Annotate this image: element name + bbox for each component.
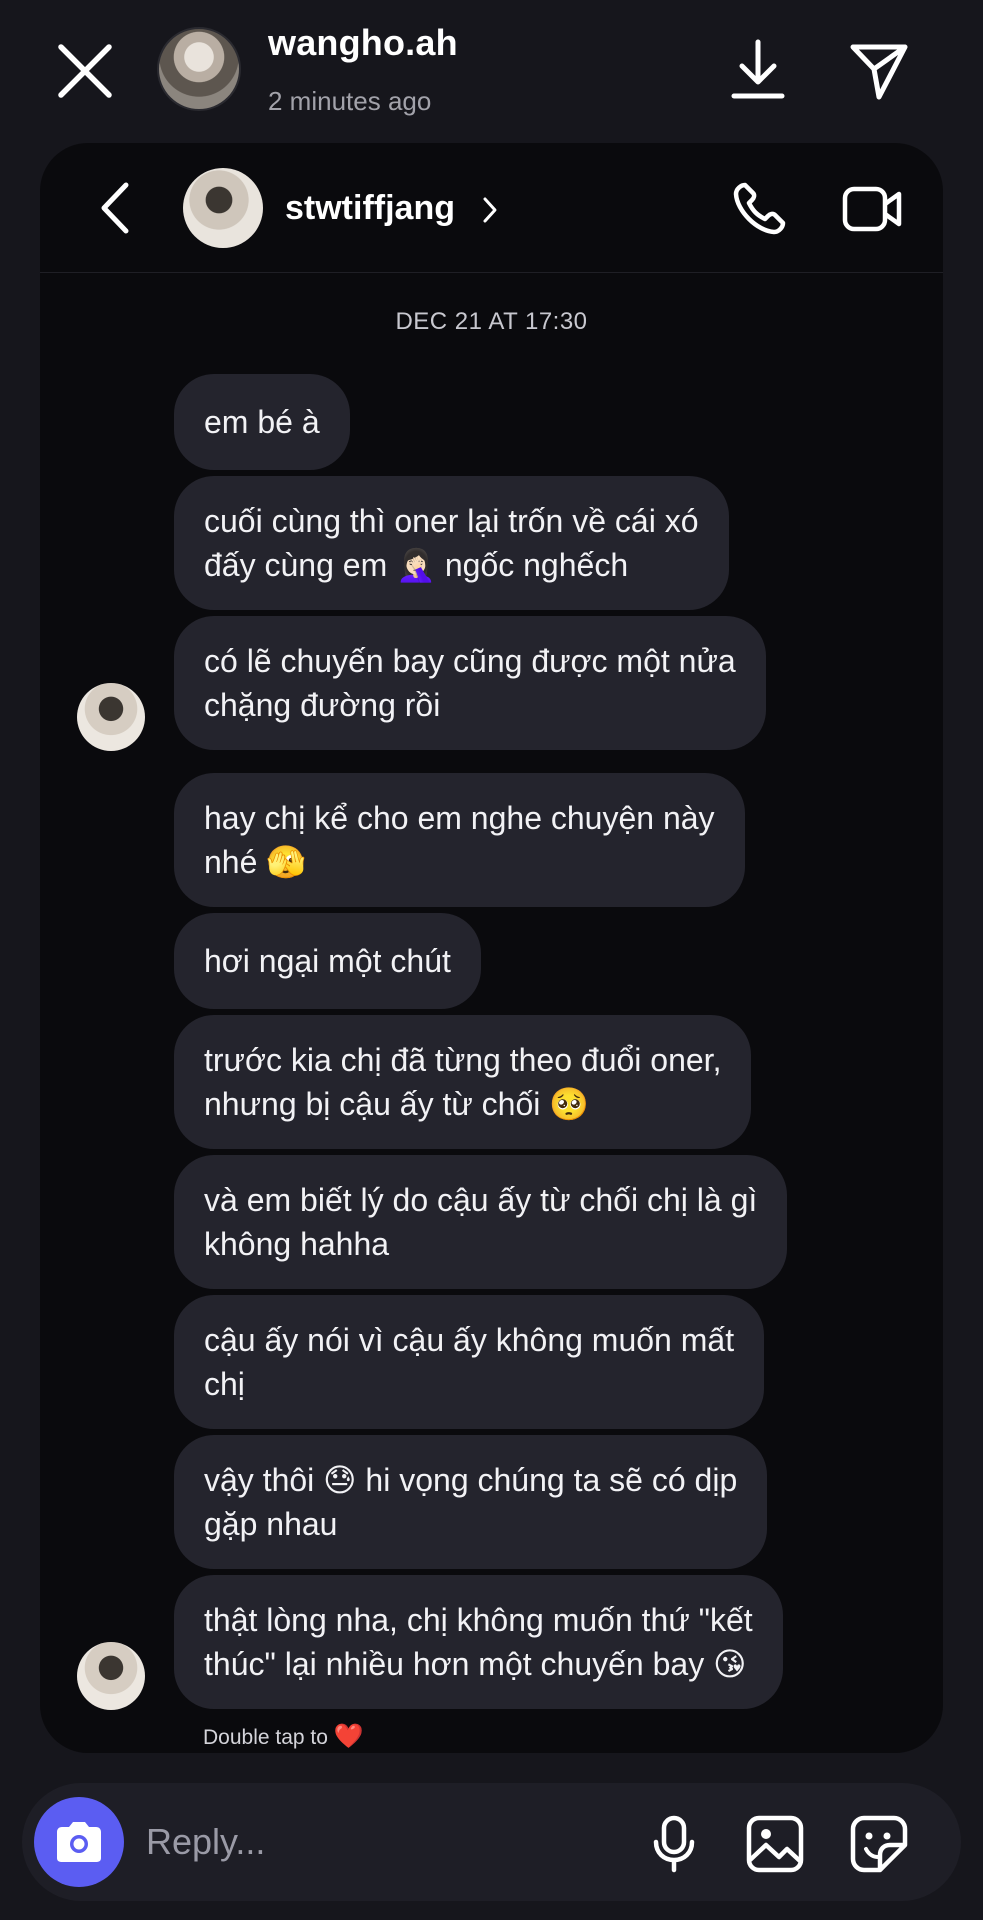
story-timestamp: 2 minutes ago bbox=[268, 86, 432, 116]
message-bubble[interactable]: hơi ngại một chút bbox=[174, 913, 481, 1009]
dm-header: stwtiffjang bbox=[40, 143, 943, 273]
dm-contact-name[interactable]: stwtiffjang bbox=[285, 189, 455, 228]
close-button[interactable] bbox=[52, 38, 118, 104]
microphone-icon bbox=[653, 1815, 695, 1873]
send-icon bbox=[850, 44, 908, 100]
download-icon bbox=[731, 39, 785, 99]
message-bubble[interactable]: vậy thôi 😓 hi vọng chúng ta sẽ có dịp gặ… bbox=[174, 1435, 768, 1569]
message-bubble[interactable]: có lẽ chuyến bay cũng được một nửa chặng… bbox=[174, 616, 766, 750]
sticker-icon bbox=[850, 1815, 908, 1873]
heart-icon: ❤️ bbox=[333, 1723, 364, 1750]
story-username[interactable]: wangho.ah bbox=[268, 22, 458, 64]
double-tap-text: Double tap to bbox=[203, 1726, 328, 1749]
send-button[interactable] bbox=[846, 38, 912, 104]
microphone-button[interactable] bbox=[645, 1813, 703, 1875]
reply-bar bbox=[22, 1783, 961, 1901]
date-separator: DEC 21 AT 17:30 bbox=[395, 308, 588, 335]
video-icon bbox=[842, 186, 902, 232]
double-tap-hint: Double tap to ❤️ bbox=[203, 1722, 364, 1751]
voice-call-button[interactable] bbox=[728, 178, 790, 240]
gallery-button[interactable] bbox=[744, 1813, 806, 1875]
message-bubble[interactable]: cậu ấy nói vì cậu ấy không muốn mất chị bbox=[174, 1295, 765, 1429]
sender-avatar[interactable] bbox=[77, 1642, 145, 1710]
chevron-right-icon bbox=[483, 197, 497, 223]
video-call-button[interactable] bbox=[840, 178, 906, 240]
message-bubble[interactable]: hay chị kể cho em nghe chuyện này nhé 🫣 bbox=[174, 773, 745, 907]
back-icon bbox=[101, 182, 129, 234]
phone-icon bbox=[733, 182, 786, 235]
story-header: wangho.ah 2 minutes ago bbox=[0, 0, 983, 140]
reply-input[interactable] bbox=[146, 1813, 526, 1871]
message-bubble[interactable]: trước kia chị đã từng theo đuổi oner, nh… bbox=[174, 1015, 752, 1149]
download-button[interactable] bbox=[728, 36, 788, 102]
camera-button[interactable] bbox=[34, 1797, 124, 1887]
message-bubble[interactable]: thật lòng nha, chị không muốn thứ "kết t… bbox=[174, 1575, 783, 1709]
message-bubble[interactable]: em bé à bbox=[174, 374, 350, 470]
gallery-icon bbox=[746, 1815, 804, 1873]
story-user-avatar[interactable] bbox=[157, 27, 241, 111]
sender-avatar[interactable] bbox=[77, 683, 145, 751]
dm-contact-avatar[interactable] bbox=[183, 168, 263, 248]
shared-dm-card: stwtiffjang DEC 21 AT 17:30 em bé à cuối… bbox=[40, 143, 943, 1753]
back-button[interactable] bbox=[90, 178, 140, 238]
profile-chevron[interactable] bbox=[477, 193, 503, 227]
sticker-button[interactable] bbox=[848, 1813, 910, 1875]
camera-icon bbox=[57, 1822, 101, 1862]
message-bubble[interactable]: và em biết lý do cậu ấy từ chối chị là g… bbox=[174, 1155, 788, 1289]
close-icon bbox=[58, 44, 112, 98]
message-bubble[interactable]: cuối cùng thì oner lại trốn về cái xó đấ… bbox=[174, 476, 729, 610]
